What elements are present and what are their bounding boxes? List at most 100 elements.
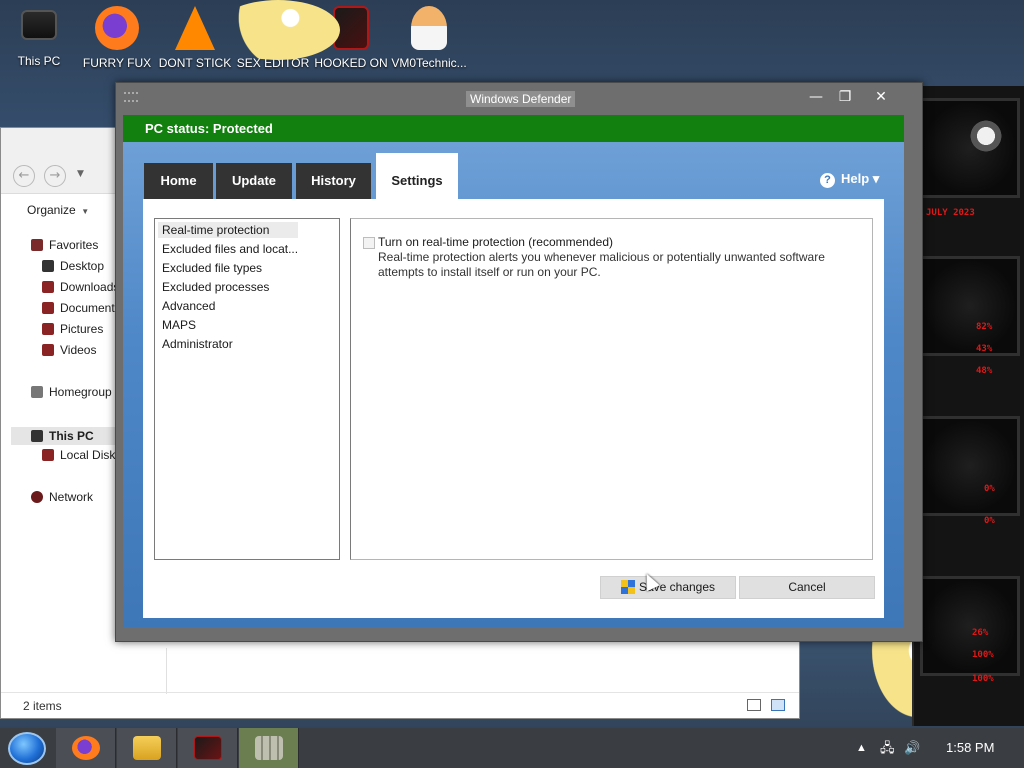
organize-label: Organize	[27, 203, 76, 217]
homegroup-icon	[31, 386, 43, 398]
taskbar: ▲ 🖧 🔊 1:58 PM	[0, 728, 1024, 768]
gadget-date: JULY 2023	[926, 208, 975, 218]
settings-item-excluded-file-types[interactable]: Excluded file types	[162, 261, 262, 275]
real-time-protection-description: Real-time protection alerts you whenever…	[378, 250, 825, 279]
tree-item-network[interactable]: Network	[31, 490, 93, 504]
gadget-app-icon	[194, 736, 222, 760]
gadget-readout: 82%	[976, 322, 993, 332]
forward-arrow-icon[interactable]: →	[44, 165, 66, 187]
tree-label: Network	[49, 490, 94, 504]
tab-update[interactable]: Update	[216, 163, 292, 199]
taskbar-app-windows-defender[interactable]	[239, 728, 299, 768]
desktop-icon-furry-fux[interactable]: FURRY FUX	[78, 6, 156, 70]
title-bar[interactable]: Windows Defender — ❐ ✕	[116, 83, 922, 113]
recent-locations-chevron-icon[interactable]: ▼	[77, 169, 84, 179]
item-count: 2 items	[23, 699, 62, 713]
decorative-character-top	[216, 0, 340, 60]
tree-item-documents[interactable]: Documents	[42, 301, 121, 315]
real-time-protection-checkbox[interactable]	[363, 237, 375, 249]
desktop-icon-this-pc[interactable]: This PC	[0, 6, 78, 68]
firefox-icon	[95, 6, 139, 50]
tree-item-homegroup[interactable]: Homegroup	[31, 385, 112, 399]
tree-label: Documents	[60, 301, 121, 315]
desktop-icon-label: HOOKED ON	[314, 56, 388, 70]
tree-item-desktop[interactable]: Desktop	[42, 259, 104, 273]
network-tray-icon[interactable]: 🖧	[880, 728, 895, 768]
settings-item-administrator[interactable]: Administrator	[162, 337, 233, 351]
start-button[interactable]	[8, 732, 46, 765]
back-arrow-icon[interactable]: ←	[13, 165, 35, 187]
vlc-cone-icon	[175, 6, 215, 50]
monitor-icon	[21, 10, 57, 40]
gadget-readout: 0%	[984, 516, 995, 526]
hard-drive-icon	[42, 449, 54, 461]
gadget-readout: 100%	[972, 650, 994, 660]
gadget-readout: 100%	[972, 674, 994, 684]
real-time-protection-label[interactable]: Turn on real-time protection (recommende…	[378, 235, 613, 249]
settings-details-pane: Turn on real-time protection (recommende…	[350, 218, 873, 560]
tree-item-pictures[interactable]: Pictures	[42, 322, 103, 336]
tree-item-downloads[interactable]: Downloads	[42, 280, 119, 294]
desktop-icon-label: FURRY FUX	[82, 56, 152, 70]
tab-home[interactable]: Home	[144, 163, 213, 199]
doctor-avatar-icon	[411, 6, 447, 50]
cancel-button[interactable]: Cancel	[739, 576, 875, 599]
close-button[interactable]: ✕	[866, 87, 896, 107]
desktop-icon-vm0technic[interactable]: VM0Technic...	[390, 6, 468, 70]
tab-history[interactable]: History	[296, 163, 371, 199]
settings-item-maps[interactable]: MAPS	[162, 318, 196, 332]
save-changes-button[interactable]: Save changes	[600, 576, 736, 599]
chevron-down-icon: ▼	[79, 207, 90, 216]
tree-label: Local Disk (	[60, 448, 123, 462]
desktop-icon-label: VM0Technic...	[391, 56, 467, 70]
help-label: Help ▾	[841, 171, 880, 186]
help-question-icon: ?	[820, 173, 835, 188]
settings-panel: Real-time protection Excluded files and …	[143, 199, 884, 618]
gadget-cell	[920, 256, 1020, 356]
gadget-readout: 26%	[972, 628, 989, 638]
documents-icon	[42, 302, 54, 314]
volume-tray-icon[interactable]: 🔊	[904, 728, 920, 768]
gadget-cell	[920, 416, 1020, 516]
settings-item-excluded-processes[interactable]: Excluded processes	[162, 280, 269, 294]
settings-category-list: Real-time protection Excluded files and …	[154, 218, 340, 560]
settings-item-excluded-files[interactable]: Excluded files and locat...	[162, 242, 298, 256]
tree-label: Videos	[60, 343, 97, 357]
tree-label: This PC	[49, 429, 94, 443]
window-menu-icon[interactable]	[124, 92, 138, 102]
downloads-icon	[42, 281, 54, 293]
minimize-button[interactable]: —	[801, 87, 831, 107]
clock[interactable]: 1:58 PM	[946, 728, 994, 768]
tree-label: Downloads	[60, 280, 120, 294]
desktop-icon	[42, 260, 54, 272]
help-menu[interactable]: ? Help ▾	[820, 171, 879, 188]
organize-menu[interactable]: Organize ▼	[27, 203, 89, 217]
tree-item-favorites[interactable]: Favorites	[31, 238, 98, 252]
videos-icon	[42, 344, 54, 356]
taskbar-app-firefox[interactable]	[56, 728, 116, 768]
tree-item-videos[interactable]: Videos	[42, 343, 96, 357]
taskbar-app-file-explorer[interactable]	[117, 728, 177, 768]
gadget-cell	[920, 98, 1020, 198]
gadget-readout: 43%	[976, 344, 993, 354]
tree-item-this-pc[interactable]: This PC	[11, 427, 119, 445]
gadget-cell	[920, 576, 1020, 676]
tree-label: Pictures	[60, 322, 104, 336]
show-hidden-icons-chevron-icon[interactable]: ▲	[856, 728, 867, 768]
explorer-status-bar: 2 items	[1, 692, 799, 718]
windows-defender-icon	[255, 736, 283, 760]
details-view-icon[interactable]	[747, 699, 761, 711]
desktop-icon-label: This PC	[17, 54, 61, 68]
large-icons-view-icon[interactable]	[771, 699, 785, 711]
tree-label: Desktop	[60, 259, 105, 273]
star-icon	[31, 239, 43, 251]
tree-label: Favorites	[49, 238, 99, 252]
maximize-button[interactable]: ❐	[830, 87, 860, 107]
gadget-readout: 48%	[976, 366, 993, 376]
tree-item-local-disk[interactable]: Local Disk (	[42, 448, 123, 462]
settings-item-advanced[interactable]: Advanced	[162, 299, 215, 313]
settings-item-real-time-protection[interactable]: Real-time protection	[158, 222, 298, 238]
taskbar-app-gadget[interactable]	[178, 728, 238, 768]
tab-settings[interactable]: Settings	[376, 153, 458, 199]
pc-status-banner: PC status: Protected	[123, 115, 904, 142]
